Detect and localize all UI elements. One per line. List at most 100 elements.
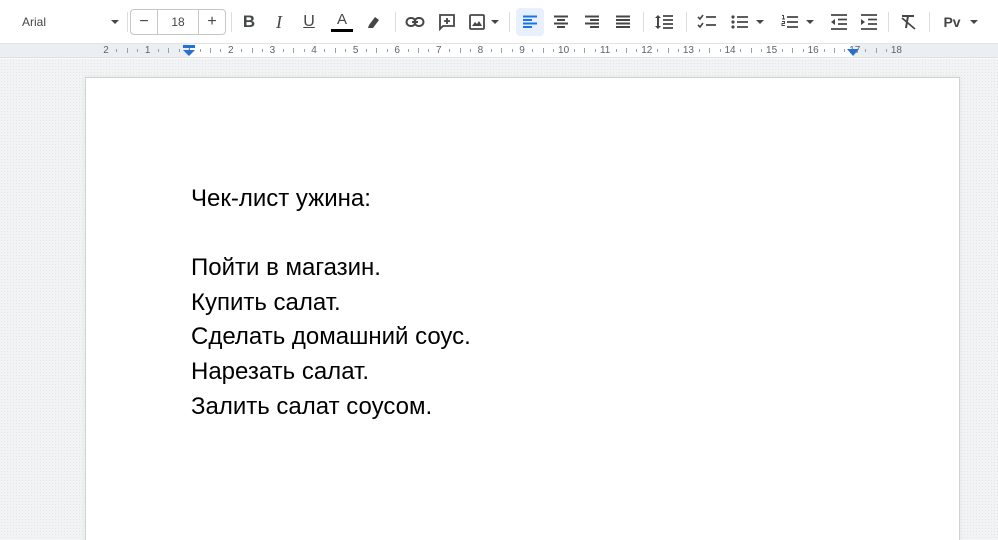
add-comment-button[interactable] xyxy=(433,8,461,36)
ruler-tick xyxy=(750,48,752,53)
ruler-tick xyxy=(574,49,575,52)
checklist-button[interactable] xyxy=(693,8,721,36)
ruler-tick xyxy=(823,49,825,52)
ruler-label: 3 xyxy=(269,45,276,56)
ruler-tick xyxy=(470,49,471,52)
ruler-tick xyxy=(636,49,638,52)
increase-indent-icon xyxy=(861,14,877,30)
ruler-label: 16 xyxy=(807,45,819,56)
align-center-button[interactable] xyxy=(547,8,575,36)
ruler-label: 11 xyxy=(599,45,611,56)
document-body[interactable]: Чек-лист ужина: Пойти в магазин. Купить … xyxy=(191,182,471,424)
ruler-tick xyxy=(220,49,222,52)
ruler-label: 4 xyxy=(311,45,317,56)
document-line[interactable]: Купить салат. xyxy=(191,286,471,321)
line-spacing-button[interactable] xyxy=(650,8,678,36)
increase-indent-button[interactable] xyxy=(855,8,883,36)
chevron-down-icon xyxy=(806,20,814,24)
ruler-label: 15 xyxy=(766,45,778,56)
underline-icon: U xyxy=(303,13,315,30)
clear-formatting-icon xyxy=(901,15,916,30)
ruler-label: 17 xyxy=(849,45,861,56)
horizontal-ruler[interactable]: 2 1 1 2 3 4 5 6 7 8 9 10 11 12 13 14 15 16 17 18 xyxy=(0,44,998,58)
text-color-swatch xyxy=(331,29,353,32)
toolbar-divider xyxy=(643,12,644,32)
clear-formatting-button[interactable] xyxy=(895,8,923,36)
italic-button[interactable]: I xyxy=(266,8,292,36)
align-left-icon xyxy=(523,15,537,28)
ruler-tick xyxy=(667,48,669,53)
ruler-label: 13 xyxy=(682,45,694,56)
underline-button[interactable]: U xyxy=(296,8,322,36)
chevron-down-icon xyxy=(756,20,764,24)
chevron-down-icon xyxy=(491,20,499,24)
toolbar-divider xyxy=(509,12,510,32)
ruler-label: 14 xyxy=(724,45,736,56)
bold-button[interactable]: B xyxy=(236,8,262,36)
ruler-tick xyxy=(366,49,367,52)
document-line[interactable]: Залить салат соусом. xyxy=(191,390,471,425)
ruler-label: 5 xyxy=(352,45,359,56)
align-left-button[interactable] xyxy=(516,8,544,36)
document-heading[interactable]: Чек-лист ужина: xyxy=(191,182,471,217)
ruler-label: 6 xyxy=(394,45,400,56)
align-center-icon xyxy=(554,15,568,28)
document-page[interactable]: Чек-лист ужина: Пойти в магазин. Купить … xyxy=(86,78,959,540)
add-comment-icon xyxy=(439,14,455,31)
decrease-indent-button[interactable] xyxy=(825,8,853,36)
ruler-tick xyxy=(792,48,794,53)
ruler-label: 2 xyxy=(228,45,234,56)
increase-font-size-button[interactable]: + xyxy=(199,10,225,34)
font-size-input[interactable]: 18 xyxy=(157,10,199,34)
align-right-icon xyxy=(585,15,599,28)
toolbar-divider xyxy=(929,12,930,32)
ruler-tick xyxy=(553,49,555,52)
document-blank-line[interactable] xyxy=(191,217,471,252)
ruler-tick xyxy=(678,49,679,52)
font-family-select[interactable]: Arial xyxy=(12,8,124,36)
ruler-tick xyxy=(449,49,451,52)
justify-button[interactable] xyxy=(609,8,637,36)
ruler-tick xyxy=(719,49,721,52)
ruler-tick xyxy=(875,48,877,53)
ruler-label: 7 xyxy=(436,45,442,56)
document-line[interactable]: Пойти в магазин. xyxy=(191,251,471,286)
ruler-tick xyxy=(740,49,742,52)
ruler-tick xyxy=(324,49,326,52)
highlighter-icon xyxy=(368,17,379,28)
justify-icon xyxy=(616,15,630,28)
ruler-label: 8 xyxy=(477,45,484,56)
toolbar-divider xyxy=(231,12,232,32)
document-line[interactable]: Сделать домашний соус. xyxy=(191,320,471,355)
ruler-tick xyxy=(386,49,388,52)
bulleted-list-button[interactable] xyxy=(725,8,771,36)
ruler-tick xyxy=(626,48,627,53)
ruler-tick xyxy=(137,49,139,52)
toolbar-divider xyxy=(395,12,396,32)
input-tools-icon: Рv xyxy=(943,14,961,30)
document-line[interactable]: Нарезать салат. xyxy=(191,355,471,390)
ruler-tick xyxy=(542,48,544,53)
insert-link-button[interactable] xyxy=(401,8,429,36)
decrease-font-size-button[interactable]: − xyxy=(131,10,157,34)
ruler-tick xyxy=(834,48,835,53)
ruler-tick xyxy=(886,49,887,52)
text-color-button[interactable]: A xyxy=(328,8,356,36)
ruler-tick xyxy=(501,48,503,53)
ruler-tick xyxy=(282,49,284,52)
ruler-tick xyxy=(698,49,700,52)
font-family-value: Arial xyxy=(22,15,47,29)
ruler-tick xyxy=(262,49,263,52)
highlight-color-button[interactable] xyxy=(360,8,388,36)
ruler-tick xyxy=(345,49,347,52)
align-right-button[interactable] xyxy=(578,8,606,36)
numbered-list-button[interactable] xyxy=(775,8,821,36)
insert-image-button[interactable] xyxy=(465,8,503,36)
ruler-tick xyxy=(376,48,378,53)
font-size-control: − 18 + xyxy=(130,9,226,35)
checklist-icon xyxy=(697,14,716,29)
ruler-label: 1 xyxy=(186,45,192,56)
decrease-indent-icon xyxy=(831,14,847,30)
input-tools-button[interactable]: Рv xyxy=(936,8,986,36)
ruler-label: 9 xyxy=(519,45,525,56)
